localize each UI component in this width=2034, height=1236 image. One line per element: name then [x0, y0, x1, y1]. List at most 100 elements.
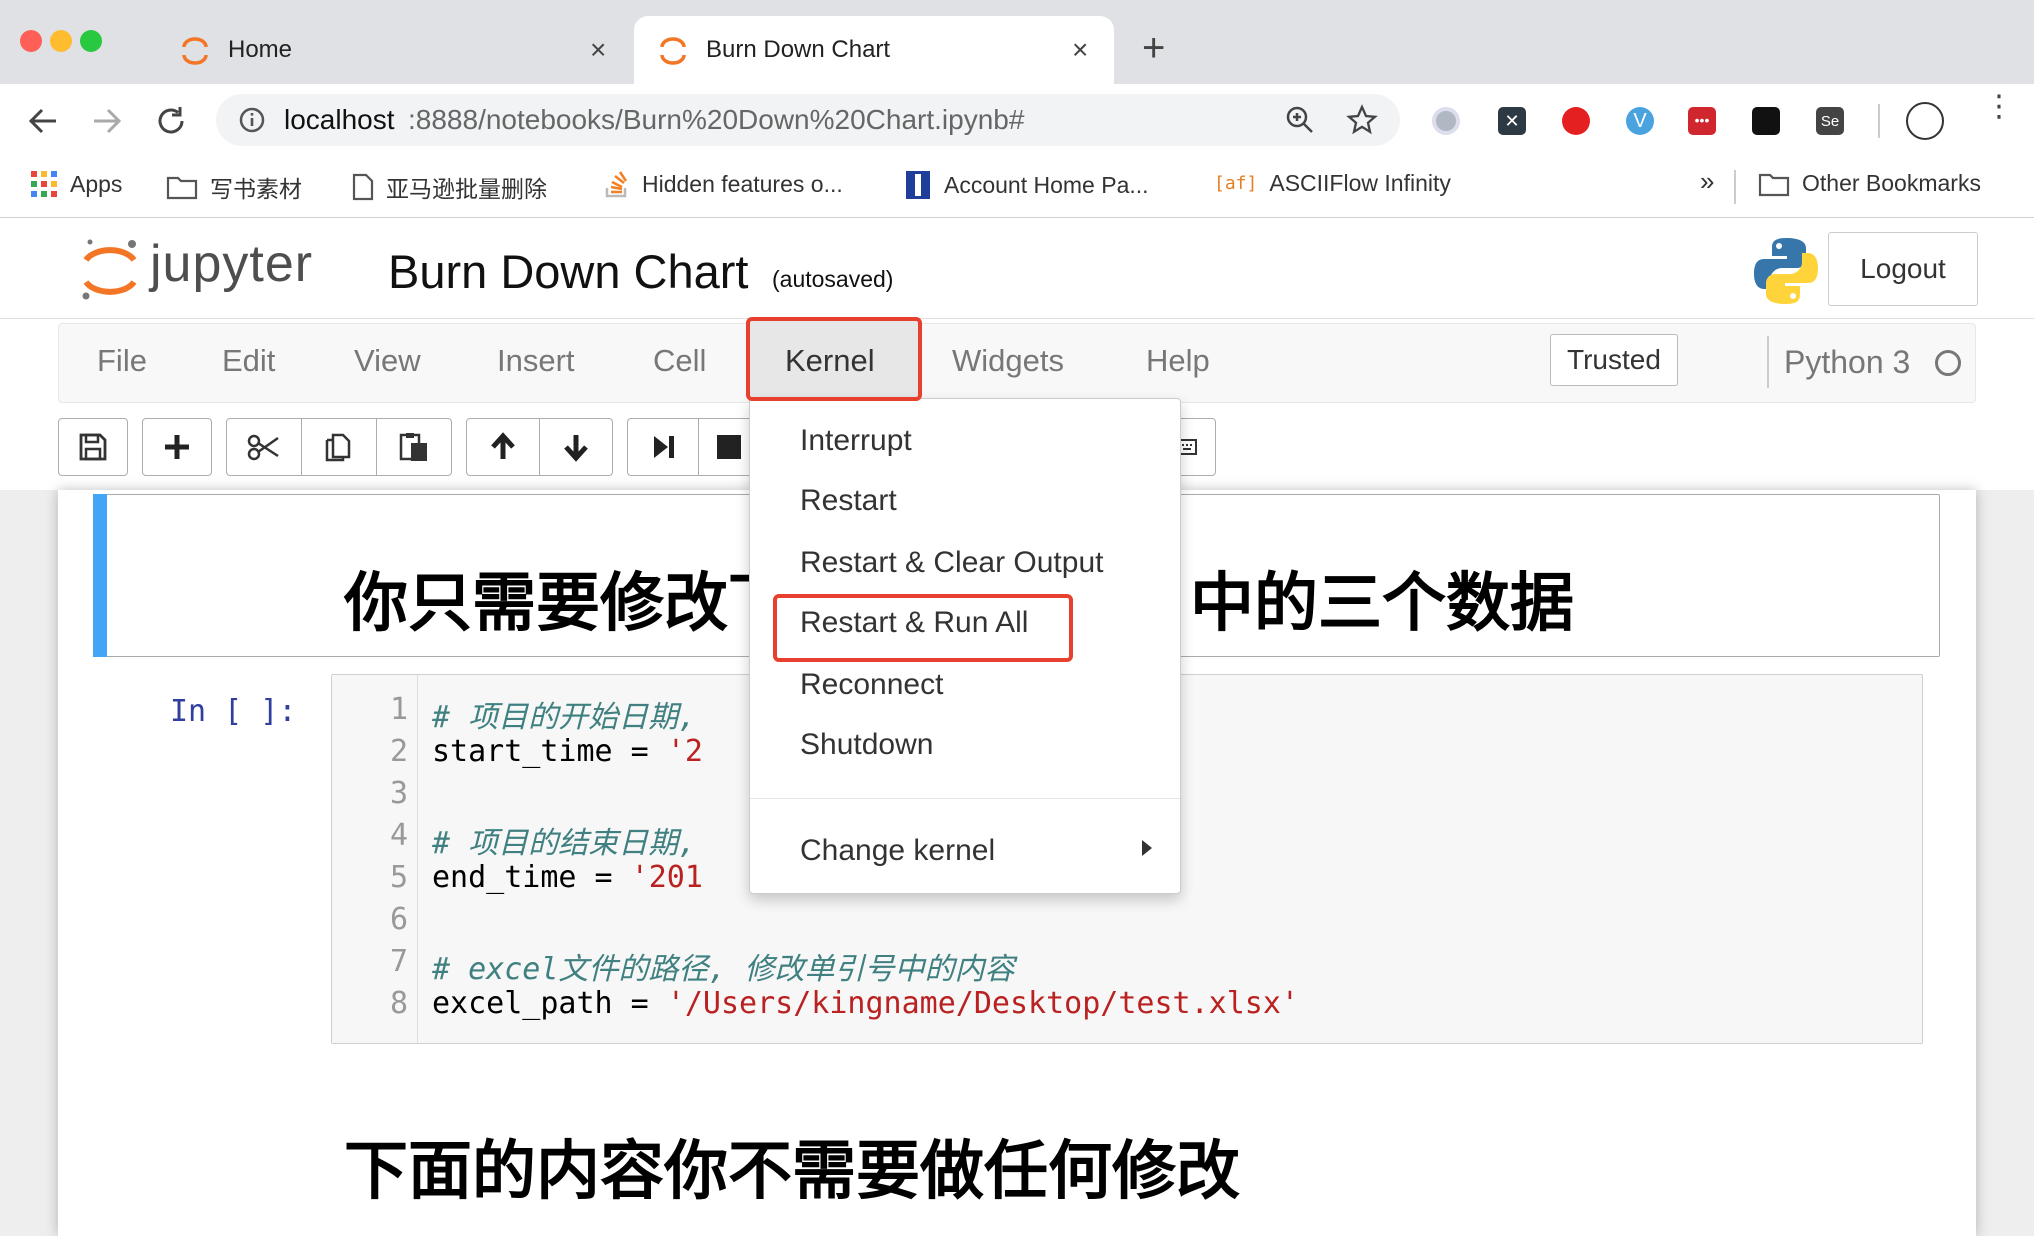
- logout-button[interactable]: Logout: [1828, 232, 1978, 306]
- code-comment: # excel文件的路径, 修改单引号中的内容: [432, 952, 1015, 987]
- line-number: 1: [389, 692, 408, 727]
- bookmark-label: Other Bookmarks: [1802, 170, 1981, 196]
- menu-help[interactable]: Help: [1146, 343, 1210, 379]
- insert-cell-button[interactable]: [142, 418, 212, 476]
- code-line: excel_path = '/Users/kingname/Desktop/te…: [432, 986, 1299, 1021]
- paste-button[interactable]: [376, 418, 452, 476]
- save-button[interactable]: [58, 418, 128, 476]
- kernel-idle-indicator-icon: [1935, 350, 1961, 376]
- bookmark-item[interactable]: Account Home Pa...: [904, 170, 1149, 200]
- python-logo-icon: [1754, 238, 1818, 304]
- notebook-title[interactable]: Burn Down Chart: [388, 244, 749, 299]
- menu-item-restart-clear-output[interactable]: Restart & Clear Output: [800, 546, 1103, 580]
- code-string: '2: [666, 734, 703, 769]
- markdown-heading-left: 你只需要修改下: [344, 567, 792, 641]
- apps-grid-icon: [31, 171, 57, 197]
- step-forward-icon: [654, 436, 674, 458]
- run-button[interactable]: [627, 418, 699, 476]
- menu-edit[interactable]: Edit: [222, 343, 275, 379]
- info-icon: [239, 107, 265, 133]
- menu-item-reconnect[interactable]: Reconnect: [800, 668, 943, 702]
- line-number: 8: [389, 986, 408, 1021]
- menu-widgets[interactable]: Widgets: [952, 343, 1064, 379]
- save-icon: [79, 433, 107, 461]
- arrow-down-icon: [564, 435, 588, 462]
- copy-icon: [325, 433, 351, 462]
- address-bar[interactable]: localhost :8888/notebooks/Burn%20Down%20…: [216, 94, 1400, 146]
- tab-title: Home: [228, 36, 293, 63]
- code-text: excel_path =: [432, 986, 667, 1021]
- code-line: # 项目的开始日期,: [432, 692, 696, 736]
- adblock-icon[interactable]: [1562, 107, 1590, 135]
- markdown-heading-right: 中的三个数据: [1190, 567, 1574, 641]
- forward-icon[interactable]: [90, 104, 124, 138]
- bookmark-apps[interactable]: Apps: [30, 170, 122, 198]
- bookmark-label: Account Home Pa...: [944, 171, 1149, 198]
- bookmark-item[interactable]: [af] ASCIIFlow Infinity: [1214, 170, 1451, 197]
- selenium-icon[interactable]: Se: [1816, 107, 1844, 135]
- jupyter-favicon-icon: [182, 37, 208, 65]
- bookmark-star-icon[interactable]: [1346, 104, 1378, 136]
- cut-button[interactable]: [226, 418, 302, 476]
- menu-item-interrupt[interactable]: Interrupt: [800, 424, 912, 458]
- menu-cell[interactable]: Cell: [653, 343, 706, 379]
- extension-v-icon[interactable]: V: [1626, 107, 1654, 135]
- new-tab-icon[interactable]: +: [1142, 26, 1165, 71]
- bookmark-label: 亚马逊批量删除: [386, 176, 547, 202]
- account-page-icon: [906, 171, 930, 199]
- bookmark-item[interactable]: 亚马逊批量删除: [352, 170, 547, 204]
- menu-item-restart[interactable]: Restart: [800, 484, 897, 518]
- profile-avatar[interactable]: [1906, 102, 1944, 140]
- reload-icon[interactable]: [154, 104, 188, 138]
- code-line: # 项目的结束日期,: [432, 818, 696, 862]
- move-up-button[interactable]: [466, 418, 540, 476]
- code-text: start_time =: [432, 734, 667, 769]
- bookmark-label: Hidden features o...: [642, 170, 843, 197]
- menu-view[interactable]: View: [354, 343, 421, 379]
- tab-burn-down-chart[interactable]: Burn Down Chart ×: [634, 16, 1114, 84]
- highlight-box-restart-run-all: [773, 594, 1073, 662]
- jupyter-logo-icon[interactable]: [74, 234, 146, 308]
- jupyter-favicon-icon: [660, 37, 686, 65]
- extension-dots-icon[interactable]: •••: [1688, 107, 1716, 135]
- menu-file[interactable]: File: [97, 343, 147, 379]
- zoom-icon[interactable]: [1284, 104, 1316, 136]
- code-string: '/Users/kingname/Desktop/test.xlsx': [666, 986, 1299, 1021]
- asciiflow-icon: [af]: [1214, 173, 1258, 194]
- menu-insert[interactable]: Insert: [497, 343, 575, 379]
- back-icon[interactable]: [26, 104, 60, 138]
- autosave-status: (autosaved): [772, 266, 894, 292]
- line-number: 4: [389, 818, 408, 853]
- other-bookmarks[interactable]: Other Bookmarks: [1758, 170, 1981, 197]
- maximize-window-button[interactable]: [80, 30, 102, 52]
- url-host: localhost: [284, 104, 395, 135]
- tab-close-icon[interactable]: ×: [1072, 34, 1088, 66]
- cell-selection-bar: [93, 494, 107, 657]
- move-down-button[interactable]: [539, 418, 613, 476]
- tab-close-icon[interactable]: ×: [590, 34, 606, 66]
- copy-button[interactable]: [301, 418, 377, 476]
- menu-item-change-kernel[interactable]: Change kernel: [800, 834, 995, 868]
- minimize-window-button[interactable]: [50, 30, 72, 52]
- extension-icon[interactable]: [1432, 107, 1460, 135]
- extension-glasses-icon[interactable]: [1752, 107, 1780, 135]
- tab-home[interactable]: Home ×: [170, 16, 630, 84]
- paste-icon: [399, 433, 427, 461]
- close-window-button[interactable]: [20, 30, 42, 52]
- browser-menu-icon[interactable]: ⋮: [1984, 92, 2014, 122]
- bookmark-folder[interactable]: 写书素材: [166, 170, 302, 204]
- bookmarks-divider: [1734, 170, 1736, 204]
- more-bookmarks-icon[interactable]: »: [1700, 166, 1714, 197]
- code-line: start_time = '2: [432, 734, 703, 769]
- bookmark-item[interactable]: Hidden features o...: [604, 170, 843, 198]
- highlight-box-kernel: [746, 317, 922, 401]
- trusted-indicator[interactable]: Trusted: [1550, 334, 1678, 386]
- stop-icon: [716, 435, 741, 459]
- kernel-name[interactable]: Python 3: [1784, 344, 1910, 381]
- code-text: end_time =: [432, 860, 631, 895]
- kernel-divider: [1767, 336, 1769, 388]
- plus-icon: [165, 435, 189, 459]
- submenu-caret-icon: [1142, 840, 1152, 856]
- extension-x-icon[interactable]: ✕: [1498, 107, 1526, 135]
- menu-item-shutdown[interactable]: Shutdown: [800, 728, 933, 762]
